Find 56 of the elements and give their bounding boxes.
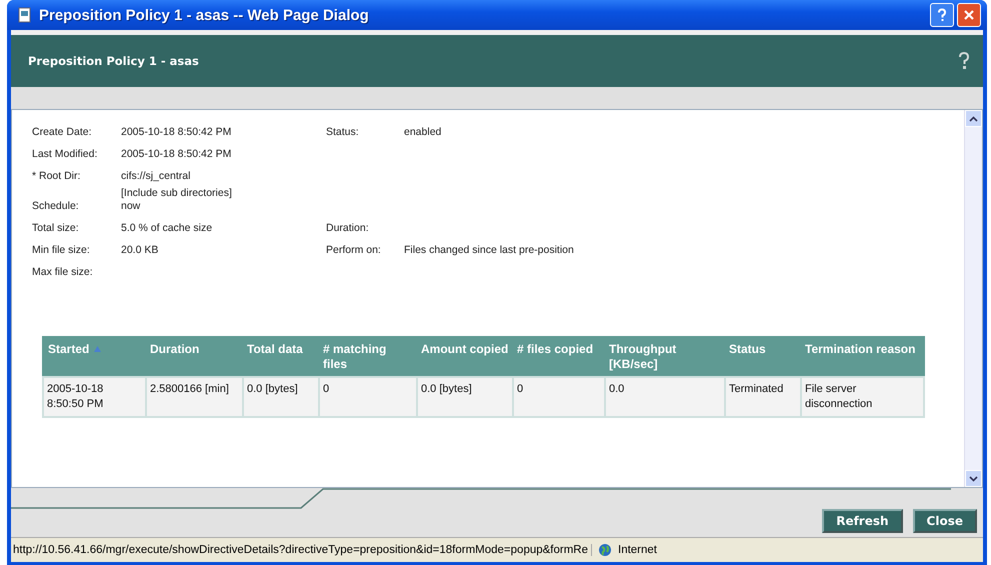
table-cell: 0 xyxy=(319,377,417,417)
table-cell: 2005-10-18 8:50:50 PM xyxy=(43,377,146,417)
table-cell: File server disconnection xyxy=(801,377,924,417)
field-label: Max file size: xyxy=(32,266,94,280)
chevron-down-icon xyxy=(969,476,978,482)
field-label: Duration: xyxy=(326,222,370,236)
table-cell: 0 xyxy=(513,377,605,417)
table-cell: Terminated xyxy=(725,377,801,417)
help-icon[interactable] xyxy=(957,51,971,71)
scrollbar[interactable] xyxy=(964,110,982,487)
field-value: 2005-10-18 8:50:42 PM xyxy=(121,126,232,139)
window-title: Preposition Policy 1 - asas -- Web Page Dialog xyxy=(39,6,370,24)
column-header[interactable]: Total data xyxy=(243,337,319,377)
column-header[interactable]: # matching files xyxy=(319,337,417,377)
chevron-up-icon xyxy=(969,116,978,122)
table-cell: 0.0 [bytes] xyxy=(417,377,513,417)
column-header[interactable]: Started xyxy=(43,337,146,377)
help-button[interactable] xyxy=(930,3,954,27)
field-value: Files changed since last pre-position xyxy=(404,244,575,257)
dialog-button[interactable]: Refresh xyxy=(822,509,903,533)
field-label: Create Date: xyxy=(32,126,93,140)
scroll-down-button[interactable] xyxy=(965,470,982,487)
status-url: http://10.56.41.66/mgr/execute/showDirectiveDetails?directiveType=preposition&id=18formMode=popup&formRe xyxy=(11,544,592,556)
field-label: Schedule: xyxy=(32,200,80,214)
scroll-up-button[interactable] xyxy=(965,110,982,127)
field-label: Status: xyxy=(326,126,360,140)
close-icon xyxy=(963,9,975,21)
field-value: 2005-10-18 8:50:42 PM xyxy=(121,148,232,161)
field-value: 20.0 KB xyxy=(121,244,160,257)
field-value: [Include sub directories] xyxy=(121,187,233,200)
help-icon xyxy=(936,8,948,22)
sort-ascending-icon xyxy=(93,345,102,353)
table-cell: 0.0 [bytes] xyxy=(243,377,319,417)
table-cell: 0.0 xyxy=(605,377,725,417)
table-cell: 2.5800166 [min] xyxy=(146,377,243,417)
close-button[interactable] xyxy=(957,3,981,27)
field-label: Min file size: xyxy=(32,244,91,258)
field-value: now xyxy=(121,200,142,213)
field-label: Last Modified: xyxy=(32,148,98,162)
column-header[interactable]: # files copied xyxy=(513,337,605,377)
field-label: Perform on: xyxy=(326,244,382,258)
globe-icon xyxy=(598,543,612,557)
field-value: cifs://sj_central xyxy=(121,170,192,183)
dialog-button[interactable]: Close xyxy=(912,509,977,533)
column-header[interactable]: Status xyxy=(725,337,801,377)
field-label: * Root Dir: xyxy=(32,170,82,184)
column-header[interactable]: Amount copied xyxy=(417,337,513,377)
column-header[interactable]: Termination reason xyxy=(801,337,924,377)
field-value: enabled xyxy=(404,126,442,139)
field-label: Total size: xyxy=(32,222,80,236)
page-icon xyxy=(17,7,33,23)
column-header[interactable]: Duration xyxy=(146,337,243,377)
column-header[interactable]: Throughput [KB/sec] xyxy=(605,337,725,377)
field-value: 5.0 % of cache size xyxy=(121,222,214,235)
page-title: Preposition Policy 1 - asas xyxy=(28,54,199,68)
security-zone: Internet xyxy=(618,544,657,556)
